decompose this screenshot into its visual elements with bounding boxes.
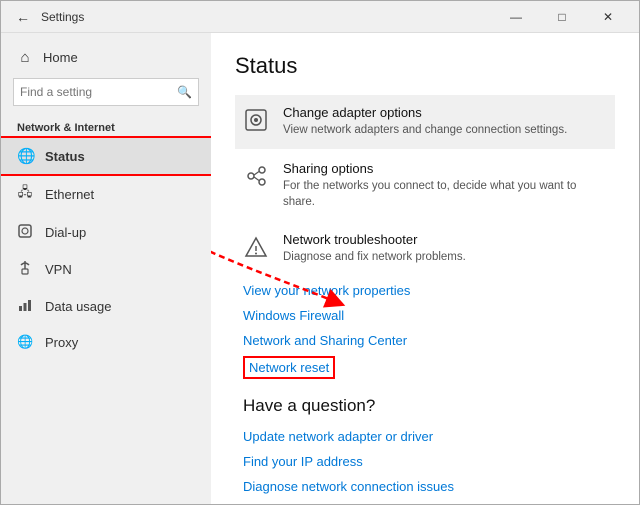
window-controls: — □ ✕ [493, 1, 631, 33]
adapter-icon [243, 107, 269, 139]
troubleshooter-title: Network troubleshooter [283, 232, 466, 247]
sidebar: ⌂ Home 🔍 Network & Internet 🌐 Status 🖧 E… [1, 33, 211, 504]
have-question-title: Have a question? [243, 396, 607, 416]
adapter-text: Change adapter options View network adap… [283, 105, 567, 138]
diagnose-link[interactable]: Diagnose network connection issues [235, 474, 615, 499]
network-reset-wrapper: Network reset [243, 356, 335, 379]
home-label: Home [43, 50, 78, 65]
troubleshooter-icon [243, 234, 269, 266]
change-adapter-item[interactable]: Change adapter options View network adap… [235, 95, 615, 149]
sidebar-item-proxy[interactable]: 🌐 Proxy [1, 325, 211, 359]
close-button[interactable]: ✕ [585, 1, 631, 33]
sidebar-home[interactable]: ⌂ Home [1, 41, 211, 74]
sharing-icon [243, 163, 269, 195]
sharing-title: Sharing options [283, 161, 607, 176]
sidebar-item-ethernet[interactable]: 🖧 Ethernet [1, 174, 211, 214]
window-title: Settings [41, 10, 493, 24]
search-box[interactable]: 🔍 [13, 78, 199, 106]
sidebar-item-datausage[interactable]: Data usage [1, 288, 211, 325]
sidebar-ethernet-label: Ethernet [45, 187, 94, 202]
search-input[interactable] [20, 85, 177, 99]
vpn-icon [17, 260, 33, 279]
sidebar-item-dialup[interactable]: Dial-up [1, 214, 211, 251]
sidebar-datausage-label: Data usage [45, 299, 112, 314]
firewall-link[interactable]: Windows Firewall [235, 303, 615, 328]
troubleshooter-text: Network troubleshooter Diagnose and fix … [283, 232, 466, 265]
sidebar-section-title: Network & Internet [1, 114, 211, 138]
back-button[interactable]: ← [9, 3, 37, 31]
troubleshooter-desc: Diagnose and fix network problems. [283, 249, 466, 265]
view-props-link[interactable]: View your network properties [235, 278, 615, 303]
sidebar-dialup-label: Dial-up [45, 225, 86, 240]
search-icon: 🔍 [177, 85, 192, 99]
sidebar-item-vpn[interactable]: VPN [1, 251, 211, 288]
datausage-icon [17, 297, 33, 316]
maximize-button[interactable]: □ [539, 1, 585, 33]
page-title: Status [235, 53, 615, 79]
home-icon: ⌂ [17, 49, 33, 66]
status-icon: 🌐 [17, 147, 33, 165]
titlebar: ← Settings — □ ✕ [1, 1, 639, 33]
sidebar-item-status[interactable]: 🌐 Status [1, 138, 211, 174]
adapter-desc: View network adapters and change connect… [283, 122, 567, 138]
update-adapter-link[interactable]: Update network adapter or driver [235, 424, 615, 449]
sharing-item[interactable]: Sharing options For the networks you con… [235, 151, 615, 220]
sharing-desc: For the networks you connect to, decide … [283, 178, 607, 210]
find-ip-link[interactable]: Find your IP address [235, 449, 615, 474]
network-reset-link[interactable]: Network reset [249, 360, 329, 375]
troubleshooter-item[interactable]: Network troubleshooter Diagnose and fix … [235, 222, 615, 276]
main-panel: Status Change adapter options View netwo… [211, 33, 639, 504]
adapter-title: Change adapter options [283, 105, 567, 120]
sharing-center-link[interactable]: Network and Sharing Center [235, 328, 615, 353]
sidebar-proxy-label: Proxy [45, 335, 78, 350]
get-help-link[interactable]: Get help [235, 499, 615, 504]
sidebar-vpn-label: VPN [45, 262, 72, 277]
dialup-icon [17, 223, 33, 242]
sidebar-status-label: Status [45, 149, 85, 164]
sharing-text: Sharing options For the networks you con… [283, 161, 607, 210]
settings-window: ← Settings — □ ✕ ⌂ Home 🔍 Network & Inte… [0, 0, 640, 505]
ethernet-icon: 🖧 [17, 183, 33, 205]
minimize-button[interactable]: — [493, 1, 539, 33]
content-area: ⌂ Home 🔍 Network & Internet 🌐 Status 🖧 E… [1, 33, 639, 504]
proxy-icon: 🌐 [17, 334, 33, 350]
